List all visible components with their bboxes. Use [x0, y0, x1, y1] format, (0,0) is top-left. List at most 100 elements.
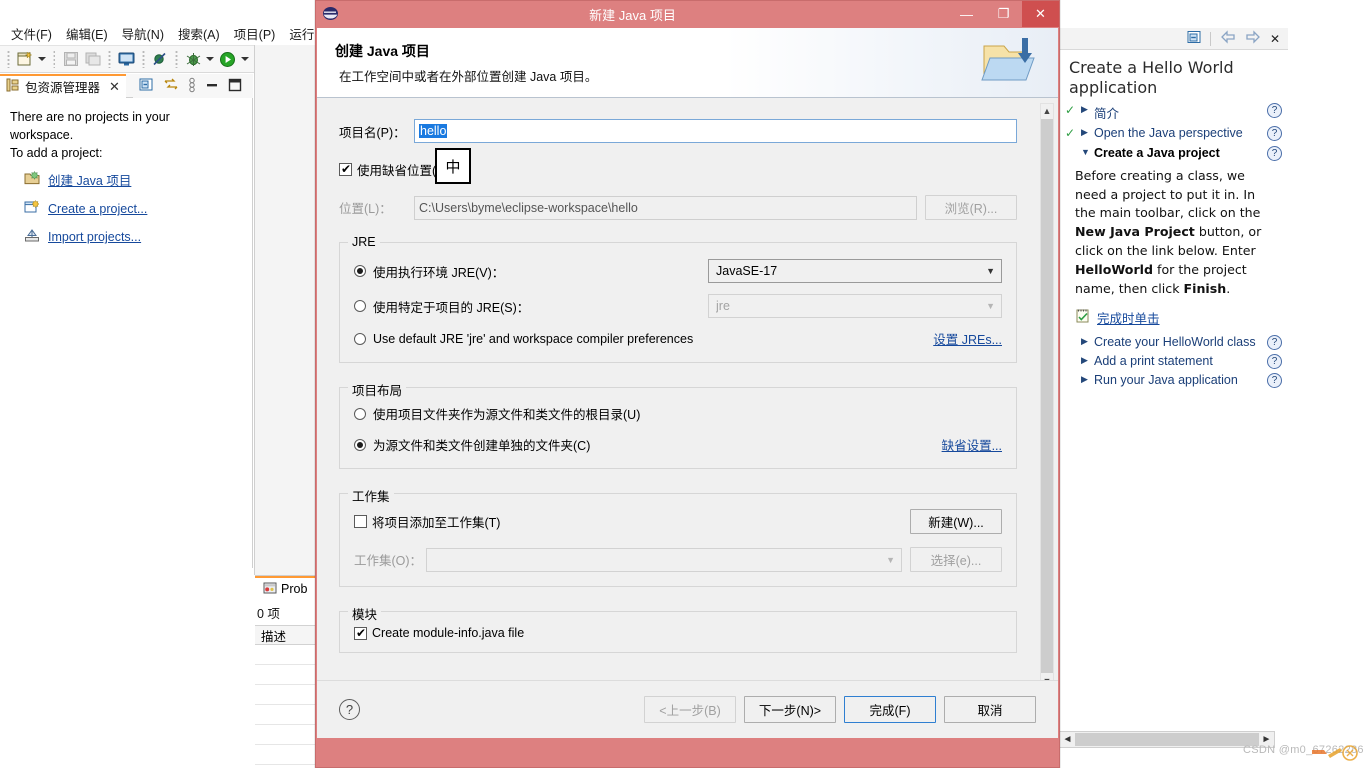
jre-execution-env-row[interactable]: 使用执行环境 JRE(V)： JavaSE-17 ▼ [354, 259, 1002, 283]
menu-item-edit[interactable]: 编辑(E) [59, 22, 115, 45]
help-icon[interactable]: ? [1267, 126, 1282, 142]
create-module-info-checkbox[interactable] [354, 625, 367, 641]
create-module-info-row[interactable]: Create module-info.java file [354, 625, 1002, 641]
dialog-titlebar[interactable]: 新建 Java 项目 — ❐ ✕ [316, 1, 1059, 27]
chevron-right-icon[interactable]: ▶ [1081, 335, 1090, 349]
chevron-right-icon[interactable]: ▶ [1081, 126, 1090, 140]
tab-problems[interactable]: Prob [255, 576, 315, 600]
add-to-working-sets-row[interactable]: 将项目添加至工作集(T) 新建(W)... [354, 509, 1002, 534]
menu-item-file[interactable]: 文件(F) [4, 22, 59, 45]
cancel-button[interactable]: 取消 [944, 696, 1036, 723]
configure-jres-link[interactable]: 设置 JREs... [933, 329, 1002, 348]
link-create-a-project[interactable]: Create a project... [10, 199, 242, 219]
cheat-action-label[interactable]: 完成时单击 [1097, 308, 1160, 327]
run-icon[interactable] [218, 48, 239, 70]
cheat-item-add-print-statement[interactable]: ▶ Add a print statement ? [1059, 352, 1288, 371]
table-row[interactable] [255, 725, 315, 745]
use-default-location-checkbox[interactable] [339, 161, 352, 177]
location-value: C:\Users\byme\eclipse-workspace\hello [419, 200, 638, 215]
menu-item-navigate[interactable]: 导航(N) [115, 22, 171, 45]
back-button[interactable]: <上一步(B) [644, 696, 736, 723]
dialog-vertical-scrollbar[interactable]: ▲ ▼ [1040, 103, 1054, 689]
save-all-icon[interactable] [83, 48, 104, 70]
link-label-create-a-project[interactable]: Create a project... [48, 200, 147, 218]
jre-project-specific-radio[interactable] [354, 300, 366, 312]
forward-arrow-icon[interactable] [1245, 30, 1261, 47]
minimize-icon[interactable]: — [948, 1, 985, 27]
save-icon[interactable] [60, 48, 81, 70]
cheat-item-create-java-project[interactable]: ▼ Create a Java project ? [1059, 144, 1288, 163]
maximize-icon[interactable] [228, 78, 242, 95]
select-working-set-button[interactable]: 选择(e)... [910, 547, 1002, 572]
jre-project-specific-combo[interactable]: jre ▼ [708, 294, 1002, 318]
skip-breakpoints-icon[interactable] [150, 48, 171, 70]
help-icon[interactable]: ? [1267, 145, 1282, 161]
close-icon[interactable]: ✕ [1270, 32, 1280, 46]
new-wizard-dropdown-icon[interactable] [37, 48, 47, 70]
debug-dropdown-icon[interactable] [205, 48, 215, 70]
menu-item-project[interactable]: 项目(P) [227, 22, 283, 45]
jre-project-specific-label: 使用特定于项目的 JRE(S)： [373, 300, 530, 315]
help-icon[interactable]: ? [339, 699, 360, 720]
cheat-item-create-helloworld-class[interactable]: ▶ Create your HelloWorld class ? [1059, 333, 1288, 352]
cheat-action-click-to-complete[interactable]: 完成时单击 [1059, 303, 1288, 333]
help-icon[interactable]: ? [1267, 334, 1282, 350]
table-row[interactable] [255, 645, 315, 665]
close-icon[interactable]: ✕ [109, 79, 120, 95]
menu-item-search[interactable]: 搜索(A) [171, 22, 227, 45]
help-icon[interactable]: ? [1267, 353, 1282, 369]
table-row[interactable] [255, 665, 315, 685]
cheat-item-run-java-application[interactable]: ▶ Run your Java application ? [1059, 371, 1288, 390]
link-import-projects[interactable]: Import projects... [10, 228, 242, 247]
back-arrow-icon[interactable] [1220, 30, 1236, 47]
collapse-icon[interactable] [1187, 30, 1201, 47]
location-input[interactable]: C:\Users\byme\eclipse-workspace\hello [414, 195, 917, 220]
working-set-combo[interactable]: ▼ [426, 547, 902, 572]
run-dropdown-icon[interactable] [240, 48, 250, 70]
jre-default-radio[interactable] [354, 332, 366, 345]
chevron-right-icon[interactable]: ▶ [1081, 373, 1090, 387]
console-icon[interactable] [116, 48, 137, 70]
help-icon[interactable]: ? [1267, 372, 1282, 388]
close-icon[interactable]: ✕ [1022, 1, 1059, 27]
scroll-up-icon[interactable]: ▲ [1043, 104, 1052, 118]
chevron-down-icon[interactable]: ▼ [1081, 146, 1090, 160]
tab-package-explorer[interactable]: 包资源管理器 ✕ [0, 73, 126, 98]
table-row[interactable] [255, 685, 315, 705]
browse-location-button[interactable]: 浏览(R)... [925, 195, 1017, 220]
jre-execution-env-radio[interactable] [354, 265, 366, 277]
chevron-right-icon[interactable]: ▶ [1081, 354, 1090, 368]
table-row[interactable] [255, 745, 315, 765]
maximize-icon[interactable]: ❐ [985, 1, 1022, 27]
scroll-left-icon[interactable]: ◄ [1060, 734, 1075, 745]
project-name-input[interactable]: hello [414, 119, 1017, 143]
scrollbar-thumb[interactable] [1041, 119, 1053, 673]
cheat-item-open-java-perspective[interactable]: ✓ ▶ Open the Java perspective ? [1059, 124, 1288, 144]
next-button[interactable]: 下一步(N)> [744, 696, 836, 723]
finish-button[interactable]: 完成(F) [844, 696, 936, 723]
new-working-set-button[interactable]: 新建(W)... [910, 509, 1002, 534]
jre-execution-env-combo[interactable]: JavaSE-17 ▼ [708, 259, 1002, 283]
view-menu-icon[interactable] [188, 77, 196, 96]
layout-project-folder-radio[interactable] [354, 407, 366, 420]
minimize-icon[interactable] [205, 78, 219, 95]
collapse-all-icon[interactable] [139, 77, 154, 95]
layout-separate-folders-row[interactable]: 为源文件和类文件创建单独的文件夹(C) 缺省设置... [354, 435, 1002, 454]
help-icon[interactable]: ? [1267, 103, 1282, 119]
link-create-java-project[interactable]: 创建 Java 项目 [10, 171, 242, 190]
layout-configure-default-link[interactable]: 缺省设置... [942, 435, 1002, 454]
chevron-right-icon[interactable]: ▶ [1081, 103, 1090, 117]
table-row[interactable] [255, 705, 315, 725]
jre-default-row[interactable]: Use default JRE 'jre' and workspace comp… [354, 329, 1002, 348]
scrollbar-thumb[interactable] [1075, 733, 1259, 746]
cheat-item-intro[interactable]: ✓ ▶ 简介 ? [1059, 101, 1288, 124]
link-with-editor-icon[interactable] [163, 77, 179, 95]
debug-icon[interactable] [183, 48, 204, 70]
link-label-create-java-project[interactable]: 创建 Java 项目 [48, 172, 131, 190]
link-label-import-projects[interactable]: Import projects... [48, 228, 141, 246]
add-to-working-sets-checkbox[interactable] [354, 515, 367, 528]
layout-separate-folders-radio[interactable] [354, 438, 366, 451]
new-wizard-icon[interactable] [15, 48, 36, 70]
layout-project-folder-row[interactable]: 使用项目文件夹作为源文件和类文件的根目录(U) [354, 404, 1002, 423]
jre-project-specific-row[interactable]: 使用特定于项目的 JRE(S)： jre ▼ [354, 294, 1002, 318]
